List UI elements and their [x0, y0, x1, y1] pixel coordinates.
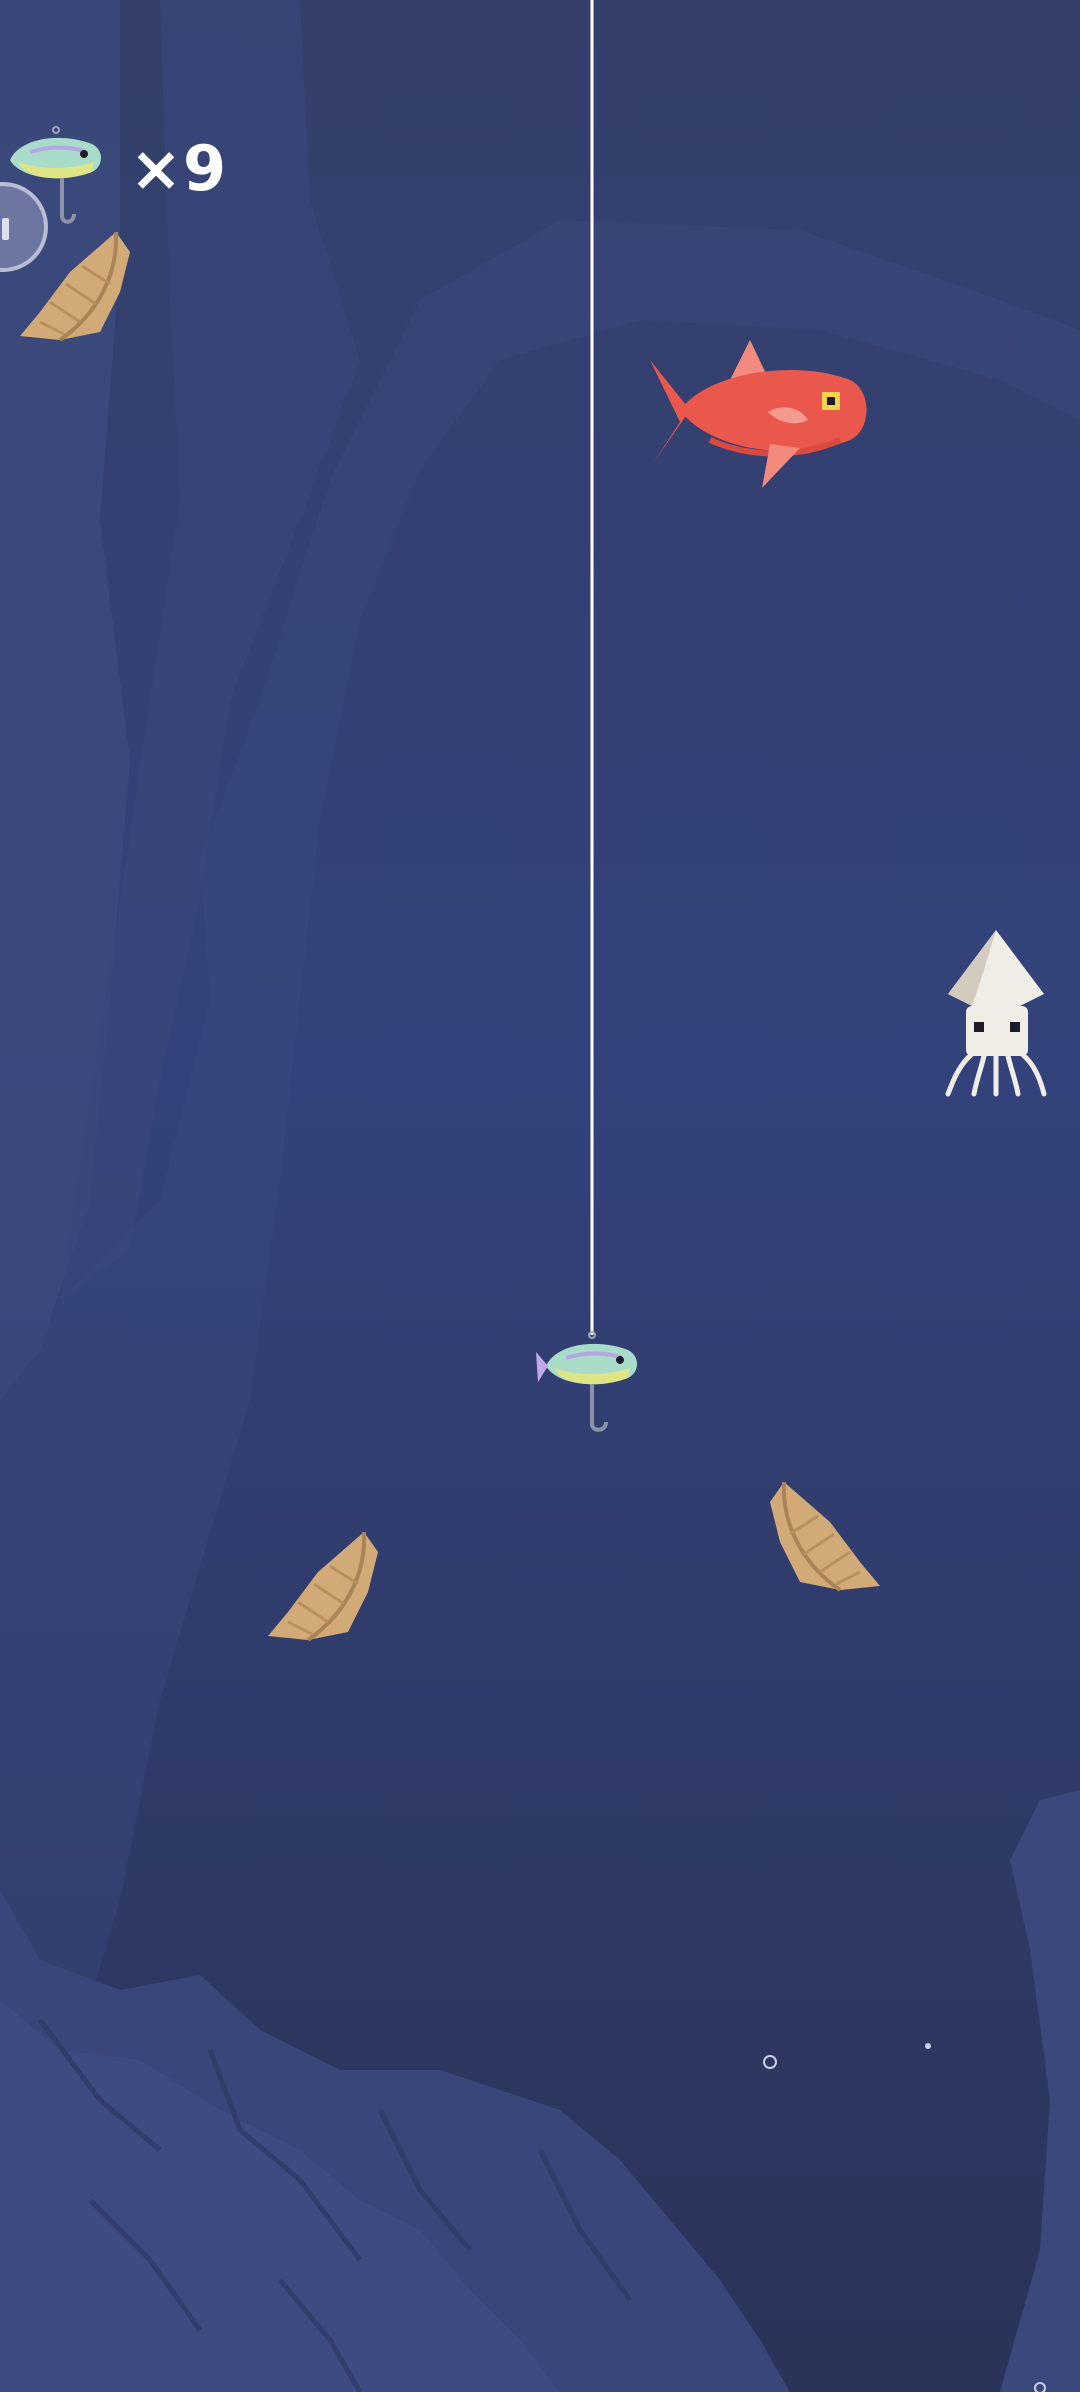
pause-icon	[2, 218, 9, 240]
lure-count: ×9	[130, 132, 228, 205]
bubble	[925, 2043, 931, 2049]
underwater-scene	[0, 0, 1080, 2392]
